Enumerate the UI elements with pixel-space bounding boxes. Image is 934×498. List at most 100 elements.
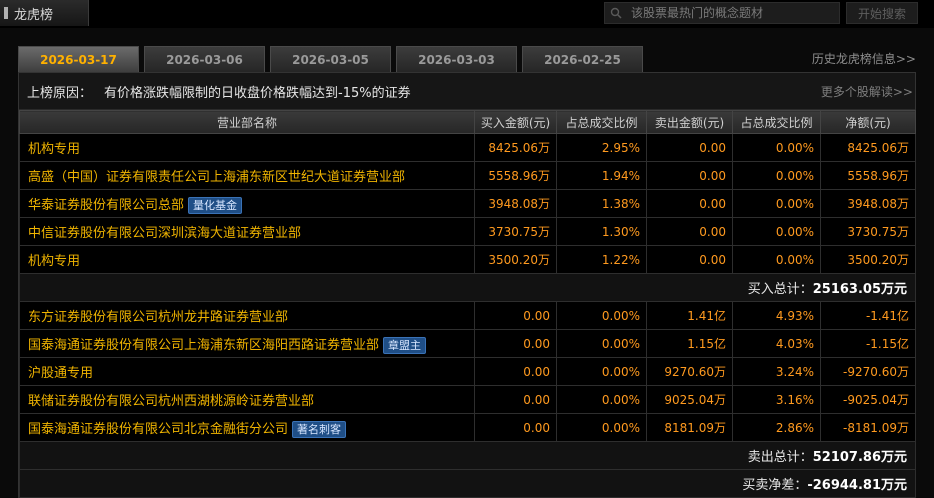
date-tabs: 2026-03-17 2026-03-06 2026-03-05 2026-03… (18, 46, 643, 72)
net-total-value: -26944.81万元 (807, 478, 907, 493)
sell-amount-cell: 0.00 (646, 189, 733, 218)
branch-name-cell[interactable]: 国泰海通证券股份有限公司上海浦东新区海阳西路证券营业部 章盟主 (19, 329, 475, 358)
branch-name[interactable]: 机构专用 (28, 142, 80, 157)
sell-total-row: 卖出总计：52107.86万元 (19, 441, 916, 470)
branch-name-cell[interactable]: 高盛（中国）证券有限责任公司上海浦东新区世纪大道证券营业部 (19, 161, 475, 190)
table-row[interactable]: 高盛（中国）证券有限责任公司上海浦东新区世纪大道证券营业部 5558.96万 1.9… (19, 161, 916, 190)
tab-date[interactable]: 2026-03-17 (18, 46, 139, 72)
sell-amount-cell: 1.15亿 (646, 329, 733, 358)
branch-name-cell[interactable]: 沪股通专用 (19, 357, 475, 386)
branch-name[interactable]: 机构专用 (28, 254, 80, 269)
buy-ratio-cell: 0.00% (556, 329, 647, 358)
net-amount-cell: 3948.08万 (820, 189, 916, 218)
column-header: 买入金额(元) (474, 110, 557, 134)
column-header: 净额(元) (820, 110, 916, 134)
branch-name[interactable]: 华泰证券股份有限公司总部 (28, 198, 184, 213)
table-row[interactable]: 中信证券股份有限公司深圳滨海大道证券营业部 3730.75万 1.30% 0.00 0.… (19, 217, 916, 246)
buy-ratio-cell: 1.30% (556, 217, 647, 246)
net-amount-cell: -1.15亿 (820, 329, 916, 358)
net-total-row: 买卖净差：-26944.81万元 (19, 469, 916, 498)
top-bar: 龙虎榜 开始搜索 (0, 0, 934, 28)
buy-amount-cell: 0.00 (474, 357, 557, 386)
history-link[interactable]: 历史龙虎榜信息>> (812, 50, 916, 67)
branch-name[interactable]: 沪股通专用 (28, 366, 93, 381)
table-row[interactable]: 机构专用 8425.06万 2.95% 0.00 0.00% 8425.06万 (19, 133, 916, 162)
branch-name-cell[interactable]: 机构专用 (19, 133, 475, 162)
sell-amount-cell: 1.41亿 (646, 301, 733, 330)
net-amount-cell: 3730.75万 (820, 217, 916, 246)
sell-total-value: 52107.86万元 (812, 450, 907, 465)
sell-ratio-cell: 2.86% (732, 413, 821, 442)
sell-rows: 东方证券股份有限公司杭州龙井路证券营业部 0.00 0.00% 1.41亿 4.93% -… (19, 301, 916, 442)
net-amount-cell: 5558.96万 (820, 161, 916, 190)
sell-amount-cell: 9270.60万 (646, 357, 733, 386)
sell-ratio-cell: 0.00% (732, 189, 821, 218)
sell-ratio-cell: 3.24% (732, 357, 821, 386)
buy-amount-cell: 3730.75万 (474, 217, 557, 246)
table-row[interactable]: 国泰海通证券股份有限公司北京金融街分公司 著名刺客 0.00 0.00% 8181.09… (19, 413, 916, 442)
sell-total: 卖出总计：52107.86万元 (19, 441, 916, 470)
sell-amount-cell: 0.00 (646, 133, 733, 162)
search-input[interactable] (627, 6, 831, 20)
branch-name-cell[interactable]: 联储证券股份有限公司杭州西湖桃源岭证券营业部 (19, 385, 475, 414)
branch-name[interactable]: 东方证券股份有限公司杭州龙井路证券营业部 (28, 310, 288, 325)
tab-date[interactable]: 2026-03-03 (396, 46, 517, 72)
branch-tag-badge[interactable]: 量化基金 (188, 196, 243, 214)
column-header: 占总成交比例 (732, 110, 821, 134)
branch-name-cell[interactable]: 机构专用 (19, 245, 475, 274)
sell-ratio-cell: 0.00% (732, 217, 821, 246)
column-header: 营业部名称 (19, 110, 475, 134)
buy-total-row: 买入总计：25163.05万元 (19, 273, 916, 302)
table-row[interactable]: 东方证券股份有限公司杭州龙井路证券营业部 0.00 0.00% 1.41亿 4.93% -… (19, 301, 916, 330)
branch-name[interactable]: 中信证券股份有限公司深圳滨海大道证券营业部 (28, 226, 301, 241)
branch-tag-badge[interactable]: 著名刺客 (292, 420, 347, 438)
buy-ratio-cell: 1.94% (556, 161, 647, 190)
buy-amount-cell: 0.00 (474, 385, 557, 414)
table-row[interactable]: 沪股通专用 0.00 0.00% 9270.60万 3.24% -9270.60万 (19, 357, 916, 386)
net-total: 买卖净差：-26944.81万元 (19, 469, 916, 498)
buy-amount-cell: 5558.96万 (474, 161, 557, 190)
search-icon (605, 7, 627, 19)
buy-rows: 机构专用 8425.06万 2.95% 0.00 0.00% 8425.06万 高盛（中国）… (19, 133, 916, 274)
branch-tag-badge[interactable]: 章盟主 (383, 336, 427, 354)
branch-name-cell[interactable]: 东方证券股份有限公司杭州龙井路证券营业部 (19, 301, 475, 330)
net-amount-cell: 3500.20万 (820, 245, 916, 274)
search-button[interactable]: 开始搜索 (846, 2, 918, 24)
window-title-tab[interactable]: 龙虎榜 (0, 0, 89, 26)
table-row[interactable]: 国泰海通证券股份有限公司上海浦东新区海阳西路证券营业部 章盟主 0.00 0.00% 1… (19, 329, 916, 358)
buy-total: 买入总计：25163.05万元 (19, 273, 916, 302)
sell-ratio-cell: 4.93% (732, 301, 821, 330)
table-row[interactable]: 机构专用 3500.20万 1.22% 0.00 0.00% 3500.20万 (19, 245, 916, 274)
lhb-panel: 上榜原因： 有价格涨跌幅限制的日收盘价格跌幅达到-15%的证券 更多个股解读>>… (18, 72, 916, 498)
net-total-label: 买卖净差： (742, 478, 808, 493)
branch-name[interactable]: 国泰海通证券股份有限公司北京金融街分公司 (28, 422, 288, 437)
sell-amount-cell: 8181.09万 (646, 413, 733, 442)
sell-total-label: 卖出总计： (747, 450, 813, 465)
buy-ratio-cell: 0.00% (556, 385, 647, 414)
window-title: 龙虎榜 (14, 7, 54, 23)
branch-name-cell[interactable]: 华泰证券股份有限公司总部 量化基金 (19, 189, 475, 218)
branch-name-cell[interactable]: 中信证券股份有限公司深圳滨海大道证券营业部 (19, 217, 475, 246)
sell-ratio-cell: 0.00% (732, 161, 821, 190)
search-box[interactable] (604, 2, 840, 24)
branch-name-cell[interactable]: 国泰海通证券股份有限公司北京金融街分公司 著名刺客 (19, 413, 475, 442)
branch-name[interactable]: 高盛（中国）证券有限责任公司上海浦东新区世纪大道证券营业部 (28, 170, 405, 185)
branch-name[interactable]: 联储证券股份有限公司杭州西湖桃源岭证券营业部 (28, 394, 314, 409)
tab-date[interactable]: 2026-03-05 (270, 46, 391, 72)
table-row[interactable]: 联储证券股份有限公司杭州西湖桃源岭证券营业部 0.00 0.00% 9025.04万 3… (19, 385, 916, 414)
net-amount-cell: -9270.60万 (820, 357, 916, 386)
buy-ratio-cell: 0.00% (556, 357, 647, 386)
branch-name[interactable]: 国泰海通证券股份有限公司上海浦东新区海阳西路证券营业部 (28, 338, 379, 353)
reason-bar: 上榜原因： 有价格涨跌幅限制的日收盘价格跌幅达到-15%的证券 更多个股解读>> (19, 73, 915, 110)
sell-amount-cell: 0.00 (646, 161, 733, 190)
tab-date[interactable]: 2026-02-25 (522, 46, 643, 72)
buy-amount-cell: 8425.06万 (474, 133, 557, 162)
buy-ratio-cell: 1.38% (556, 189, 647, 218)
buy-total-label: 买入总计： (747, 282, 813, 297)
table-row[interactable]: 华泰证券股份有限公司总部 量化基金 3948.08万 1.38% 0.00 0.00% 39… (19, 189, 916, 218)
buy-amount-cell: 0.00 (474, 413, 557, 442)
buy-ratio-cell: 2.95% (556, 133, 647, 162)
tab-date[interactable]: 2026-03-06 (144, 46, 265, 72)
sell-amount-cell: 9025.04万 (646, 385, 733, 414)
more-analysis-link[interactable]: 更多个股解读>> (821, 83, 913, 100)
